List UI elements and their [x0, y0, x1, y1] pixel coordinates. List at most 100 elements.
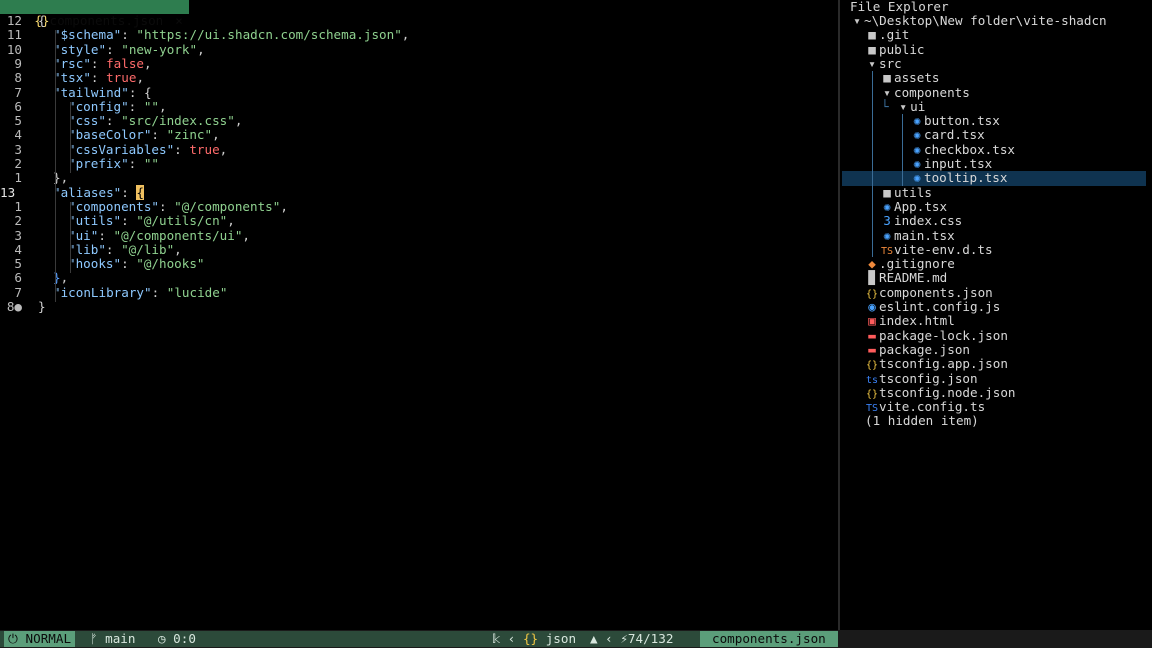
folder-icon: ■ [883, 70, 891, 86]
tree-item[interactable]: ✺ input.tsx [842, 156, 1146, 171]
git-branch[interactable]: ᚠ main [90, 631, 135, 647]
tab-bar: {}components.json × [0, 0, 838, 28]
code-line[interactable]: 1}, [0, 170, 68, 186]
tree-item[interactable]: ✺ checkbox.tsx [842, 141, 1146, 157]
tree-item[interactable]: ✺ main.tsx [842, 227, 1146, 243]
tree-item[interactable]: ▾ src [842, 56, 1146, 71]
token: : [128, 156, 144, 171]
mode-indicator: ⏻ NORMAL [4, 631, 76, 647]
tree-item[interactable]: ▉ README.md [842, 270, 1146, 286]
code-text: "tailwind": { [25, 84, 152, 100]
tree-item[interactable]: {}tsconfig.app.json [842, 356, 1146, 372]
tree-item[interactable]: ◉ eslint.config.js [842, 299, 1146, 314]
tree-item-label: checkbox.tsx [924, 141, 1015, 157]
code-line[interactable]: 11 "$schema": "https://ui.shadcn.com/sche… [0, 27, 410, 43]
tree-item[interactable]: └ ▾ ui [842, 98, 1146, 114]
code-line[interactable]: 6}, [0, 270, 69, 286]
line-number: 5 [14, 256, 22, 272]
tree-item[interactable]: tstsconfig.json [842, 371, 1146, 386]
code-line[interactable]: 12 { [0, 13, 46, 28]
token: "tailwind" [53, 84, 129, 100]
react-icon: ✺ [913, 156, 921, 171]
code-line[interactable]: 10 "style": "new-york", [0, 41, 205, 57]
token: "aliases" [53, 184, 122, 200]
token: , [60, 270, 69, 286]
tree-item[interactable]: ✺ tooltip.tsx [842, 170, 1146, 186]
token: false [106, 55, 145, 71]
line-number: 8● [6, 299, 22, 314]
tree-item-label: ui [910, 98, 926, 114]
tree-item[interactable]: ▣ index.html [842, 313, 1146, 328]
code-line[interactable]: 5 "css": "src/index.css", [0, 113, 242, 129]
folder-icon: ■ [868, 27, 876, 43]
code-editor[interactable]: 12{11 "$schema": "https://ui.shadcn.com/s… [0, 13, 838, 630]
tree-item[interactable]: 3 index.css [842, 213, 1146, 228]
token: true [106, 70, 137, 86]
code-line[interactable]: 7 "iconLibrary": "lucide" [0, 285, 227, 300]
tree-item[interactable]: ■ assets [842, 70, 1146, 86]
tree-item[interactable]: ◆ .gitignore [842, 256, 1146, 271]
code-line[interactable]: 8 "tsx": true, [0, 70, 144, 86]
folder-icon: ■ [883, 184, 891, 200]
cursor-icon: 𝕜 ‹ [492, 631, 523, 646]
token: : [121, 213, 137, 229]
token: : [121, 27, 137, 43]
react-icon: ✺ [913, 113, 921, 129]
code-line[interactable]: 3 "ui": "@/components/ui", [0, 227, 251, 243]
code-line[interactable]: 4 "lib": "@/lib", [0, 241, 182, 257]
tree-item[interactable]: ▾ components [842, 85, 1146, 100]
tree-item[interactable]: {}components.json [842, 285, 1146, 300]
tree-item-label: README.md [879, 270, 948, 286]
pane-divider[interactable] [838, 0, 840, 630]
tree-item-label: tsconfig.app.json [879, 356, 1008, 372]
tree-item-label: input.tsx [924, 156, 993, 171]
warning-icon: ▲ ‹ ⚡ [590, 631, 628, 646]
code-line[interactable]: 2 "utils": "@/utils/cn", [0, 213, 235, 229]
tree-item-label: (1 hidden item) [865, 413, 979, 429]
code-line[interactable]: 6 "config": "", [0, 99, 166, 114]
code-line[interactable]: 4 "baseColor": "zinc", [0, 128, 219, 143]
code-line[interactable]: 5 "hooks": "@/hooks" [0, 256, 204, 272]
tree-branch: └ [881, 98, 897, 114]
token: "" [143, 156, 160, 171]
tree-item[interactable]: ■ utils [842, 184, 1146, 200]
code-line[interactable]: 1 "components": "@/components", [0, 199, 288, 214]
folder-open-icon: ▾ [853, 13, 861, 28]
token: , [242, 227, 251, 243]
code-line[interactable]: 13 "aliases": { [0, 184, 145, 200]
tree-item[interactable]: ✺ App.tsx [842, 199, 1146, 214]
tree-item[interactable]: ■ public [842, 42, 1146, 57]
code-line[interactable]: 8●} [0, 299, 46, 314]
token: "cssVariables" [68, 141, 175, 157]
line-number: 8 [14, 70, 22, 86]
tree-item[interactable]: ▬ package.json [842, 342, 1146, 357]
tree-item[interactable]: ■ .git [842, 27, 1146, 43]
tree-item-label: package-lock.json [879, 327, 1008, 343]
code-line[interactable]: 7 "tailwind": { [0, 84, 152, 100]
token: "css" [68, 113, 106, 129]
code-text: "components": "@/components", [25, 199, 288, 214]
tree-item[interactable]: ✺ button.tsx [842, 113, 1146, 129]
line-number: 4 [14, 241, 22, 257]
eslint-icon: ◉ [868, 299, 876, 314]
tree-item[interactable]: ▬ package-lock.json [842, 327, 1146, 343]
tree-item[interactable]: TSvite-env.d.ts [842, 242, 1146, 257]
code-line[interactable]: 3 "cssVariables": true, [0, 141, 227, 157]
tree-item-label: main.tsx [894, 227, 955, 243]
token: : [98, 227, 114, 243]
tree-item[interactable]: TSvite.config.ts [842, 399, 1146, 414]
code-line[interactable]: 9 "rsc": false, [0, 55, 151, 71]
tab-components-json[interactable]: {}components.json × [0, 0, 189, 28]
line-number: 1 [14, 170, 22, 186]
token: , [227, 213, 235, 229]
tree-item[interactable]: {}tsconfig.node.json [842, 385, 1146, 400]
token: , [174, 241, 182, 257]
code-line[interactable]: 2 "prefix": "" [0, 156, 160, 171]
token: "utils" [68, 213, 122, 229]
token: , [197, 41, 205, 57]
diagnostics-count[interactable]: ◷ 0:0 [158, 631, 196, 647]
code-text: "style": "new-york", [25, 41, 205, 57]
line-number: 7 [14, 84, 22, 100]
tree-item[interactable]: ▾ ~\Desktop\New folder\vite-shadcn [842, 13, 1146, 28]
tree-item[interactable]: ✺ card.tsx [842, 128, 1146, 143]
